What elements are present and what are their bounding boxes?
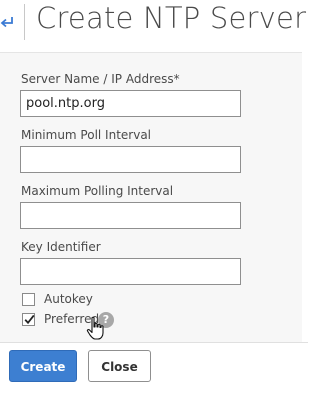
server-name-input[interactable]: [20, 90, 241, 117]
checkmark-icon: [24, 314, 35, 325]
min-poll-input[interactable]: [20, 146, 241, 173]
key-id-label: Key Identifier: [21, 240, 101, 254]
max-poll-label: Maximum Polling Interval: [21, 184, 174, 198]
autokey-label[interactable]: Autokey: [44, 292, 93, 306]
close-button[interactable]: Close: [88, 350, 151, 382]
back-arrow-icon[interactable]: [0, 14, 14, 30]
page-title: Create NTP Server: [36, 1, 307, 35]
hand-cursor-icon: [86, 316, 108, 342]
key-id-input[interactable]: [20, 258, 241, 285]
header-divider: [24, 4, 25, 40]
preferred-checkbox[interactable]: [22, 313, 35, 326]
server-name-label: Server Name / IP Address*: [21, 72, 180, 86]
min-poll-label: Minimum Poll Interval: [21, 128, 152, 142]
create-button[interactable]: Create: [9, 350, 77, 382]
header: Create NTP Server: [0, 0, 308, 46]
autokey-checkbox[interactable]: [22, 293, 35, 306]
max-poll-input[interactable]: [20, 202, 241, 229]
